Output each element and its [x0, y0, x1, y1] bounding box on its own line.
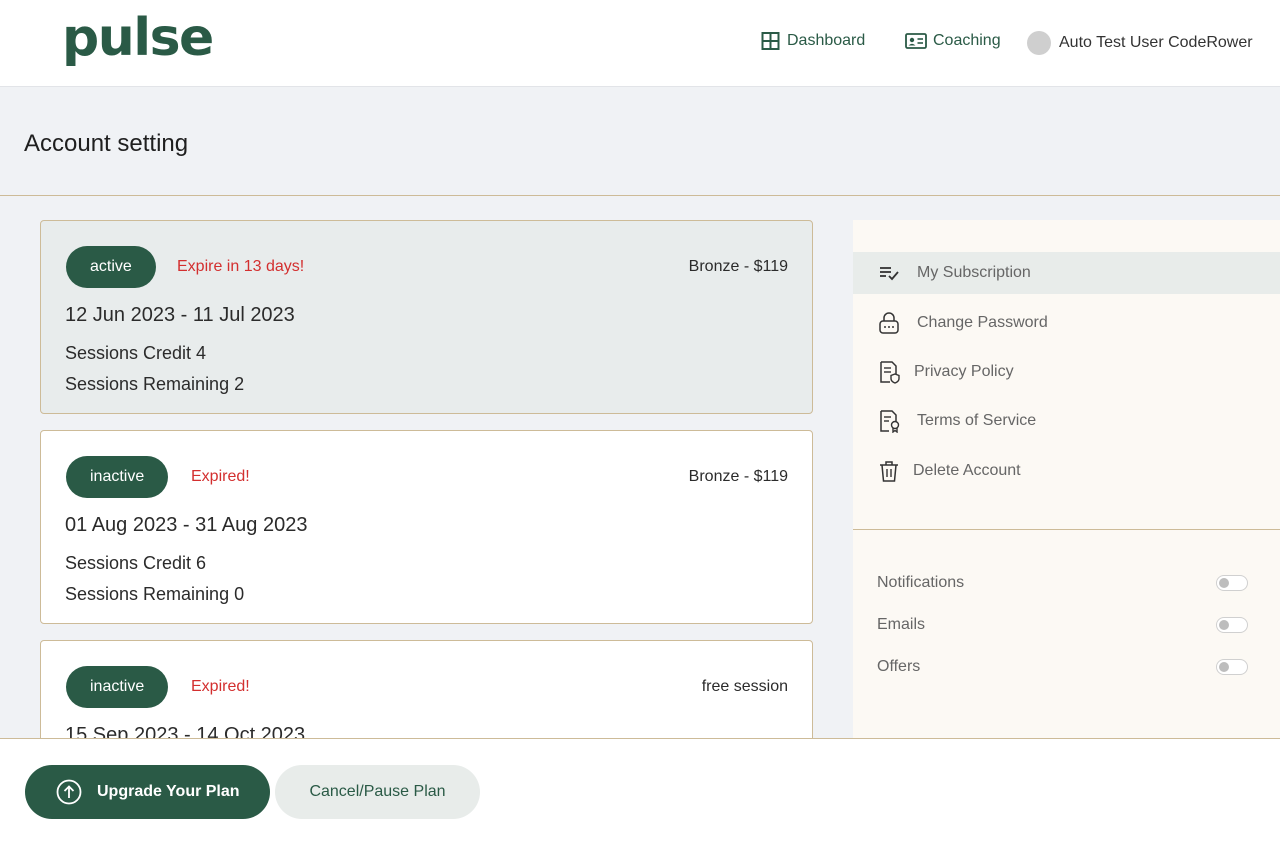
sessions-remaining: Sessions Remaining 2: [65, 374, 245, 394]
page-title: Account setting: [24, 130, 189, 157]
document-shield-icon: [880, 361, 900, 384]
date-range: 01 Aug 2023 - 31 Aug 2023: [65, 514, 308, 536]
menu-privacy-policy[interactable]: Privacy Policy: [853, 351, 1280, 393]
top-bar: pulse Dashboard Coaching Auto Test User …: [0, 0, 1280, 87]
status-badge: inactive: [66, 456, 169, 498]
nav-dashboard-label: Dashboard: [787, 32, 866, 49]
status-badge: active: [66, 246, 156, 288]
avatar[interactable]: [1027, 31, 1051, 55]
menu-label: My Subscription: [917, 264, 1031, 281]
pref-offers: Offers: [877, 655, 1248, 679]
sessions-credit: Sessions Credit 6: [65, 553, 207, 573]
menu-label: Privacy Policy: [914, 363, 1014, 380]
lock-icon: [879, 312, 899, 334]
pref-label: Offers: [877, 658, 921, 675]
upgrade-plan-label: Upgrade Your Plan: [97, 783, 240, 800]
pref-label: Notifications: [877, 574, 965, 591]
nav-coaching-label: Coaching: [933, 32, 1001, 49]
trash-icon: [880, 461, 898, 482]
menu-my-subscription[interactable]: My Subscription: [853, 252, 1280, 294]
plan-name: Bronze - $119: [688, 258, 788, 275]
settings-side-panel: My Subscription Change Password Privacy …: [853, 220, 1280, 750]
title-divider: [0, 195, 1280, 196]
pulse-logo[interactable]: pulse: [62, 8, 214, 68]
pref-label: Emails: [877, 616, 926, 633]
upgrade-plan-button[interactable]: Upgrade Your Plan: [25, 765, 270, 819]
menu-label: Terms of Service: [917, 412, 1037, 429]
pref-notifications: Notifications: [877, 571, 1248, 595]
menu-label: Change Password: [917, 314, 1048, 331]
user-name: Auto Test User CodeRower: [1059, 34, 1253, 51]
arrow-up-circle-icon: [56, 779, 82, 805]
grid-icon: [761, 32, 780, 50]
nav-dashboard[interactable]: Dashboard: [761, 32, 865, 50]
menu-label: Delete Account: [913, 462, 1021, 479]
menu-delete-account[interactable]: Delete Account: [853, 450, 1280, 492]
expiry-note: Expired!: [191, 678, 250, 695]
expiry-note: Expired!: [191, 468, 250, 485]
nav-coaching[interactable]: Coaching: [905, 32, 1001, 50]
user-menu[interactable]: Auto Test User CodeRower: [1027, 31, 1253, 55]
side-divider: [853, 529, 1280, 530]
subscription-card: active Expire in 13 days! Bronze - $119 …: [40, 220, 813, 414]
expiry-note: Expire in 13 days!: [177, 258, 305, 275]
date-range: 12 Jun 2023 - 11 Jul 2023: [65, 304, 295, 326]
notifications-toggle[interactable]: [1216, 575, 1248, 591]
sessions-remaining: Sessions Remaining 0: [65, 584, 245, 604]
document-badge-icon: [880, 410, 900, 433]
plan-name: free session: [701, 678, 788, 695]
list-check-icon: [880, 267, 899, 281]
offers-toggle[interactable]: [1216, 659, 1248, 675]
footer-actions: Upgrade Your Plan Cancel/Pause Plan: [0, 738, 1280, 844]
status-badge: inactive: [66, 666, 169, 708]
subscription-card: inactive Expired! Bronze - $119 01 Aug 2…: [40, 430, 813, 624]
id-card-icon: [905, 33, 927, 49]
cancel-pause-plan-button[interactable]: Cancel/Pause Plan: [275, 765, 480, 819]
menu-terms-of-service[interactable]: Terms of Service: [853, 400, 1280, 442]
sessions-credit: Sessions Credit 4: [65, 343, 207, 363]
pref-emails: Emails: [877, 613, 1248, 637]
plan-name: Bronze - $119: [688, 468, 788, 485]
emails-toggle[interactable]: [1216, 617, 1248, 633]
menu-change-password[interactable]: Change Password: [853, 302, 1280, 344]
